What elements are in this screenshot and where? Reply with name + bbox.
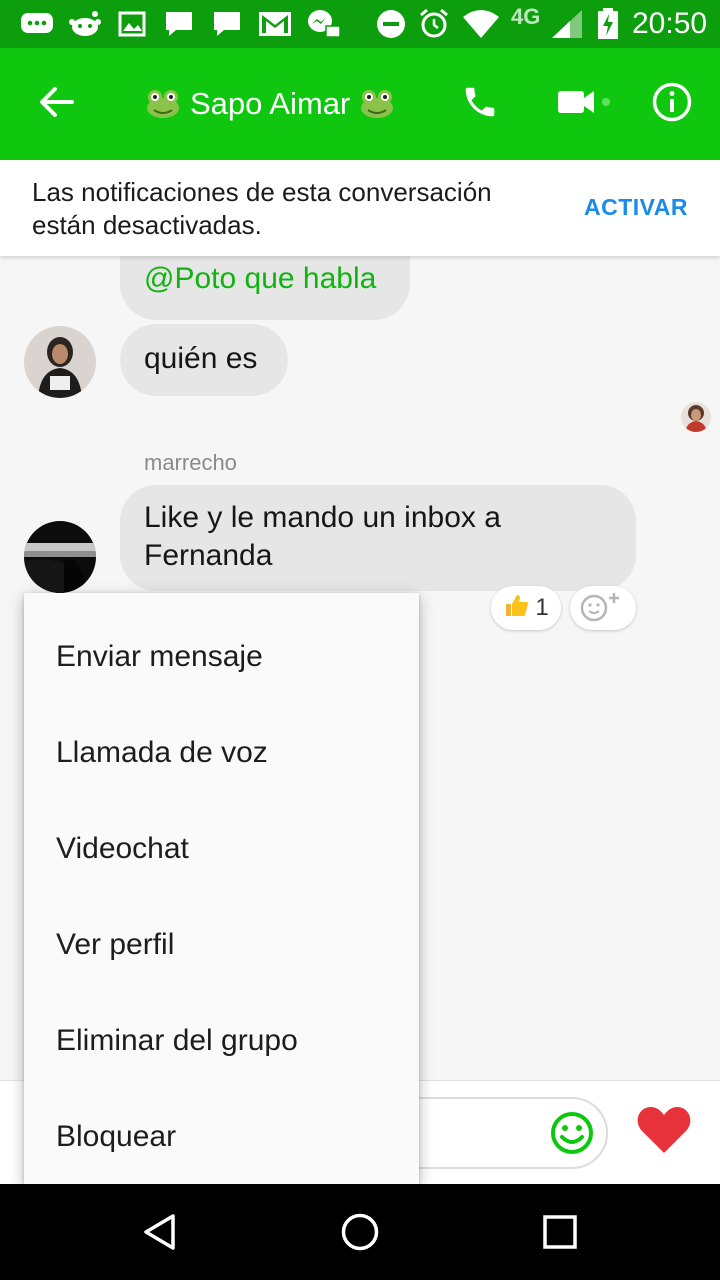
conversation-info-button[interactable] bbox=[644, 76, 700, 132]
reaction-badge[interactable]: 1 bbox=[491, 586, 561, 630]
reddit-icon bbox=[68, 8, 102, 40]
read-receipt-avatar bbox=[681, 402, 711, 432]
participant-context-menu: Enviar mensaje Llamada de voz Videochat … bbox=[24, 593, 419, 1184]
wifi-icon bbox=[462, 8, 500, 40]
message-bubble[interactable]: Like y le mando un inbox a Fernanda bbox=[120, 485, 636, 591]
sender-name: marrecho bbox=[144, 450, 237, 475]
heart-icon[interactable] bbox=[636, 1105, 692, 1160]
avatar[interactable] bbox=[24, 521, 96, 593]
message-icon bbox=[212, 8, 242, 40]
arrow-left-icon bbox=[38, 86, 74, 123]
thumbs-up-icon bbox=[503, 592, 529, 625]
system-nav-bar bbox=[0, 1184, 720, 1280]
avatar[interactable] bbox=[24, 326, 96, 398]
mention-text: @Poto que habla bbox=[144, 262, 377, 295]
reaction-count: 1 bbox=[535, 594, 549, 621]
phone-icon bbox=[461, 83, 499, 126]
message-bubble[interactable]: quién es bbox=[120, 324, 288, 396]
conversation-title[interactable]: Sapo Aimar bbox=[146, 80, 394, 128]
back-button[interactable] bbox=[28, 76, 84, 132]
message-bubble[interactable]: @Poto que habla bbox=[120, 256, 410, 320]
frog-emoji bbox=[360, 89, 394, 119]
clock: 20:50 bbox=[632, 7, 708, 40]
alarm-icon bbox=[418, 8, 450, 40]
voice-call-button[interactable] bbox=[452, 76, 508, 132]
page-title: Sapo Aimar bbox=[190, 86, 351, 121]
notifications-muted-banner: Las notificaciones de esta conversación … bbox=[0, 160, 720, 256]
gmail-icon bbox=[258, 8, 292, 40]
menu-item-voice-call[interactable]: Llamada de voz bbox=[24, 705, 419, 801]
video-camera-icon bbox=[554, 87, 614, 122]
menu-item-send-message[interactable]: Enviar mensaje bbox=[24, 609, 419, 705]
signal-icon bbox=[550, 8, 584, 40]
image-icon bbox=[118, 8, 146, 40]
smiley-icon[interactable] bbox=[548, 1109, 596, 1162]
info-icon bbox=[652, 82, 692, 127]
battery-charging-icon bbox=[596, 8, 620, 40]
triangle-back-icon[interactable] bbox=[136, 1208, 184, 1256]
conversation-header: Sapo Aimar bbox=[0, 48, 720, 160]
add-reaction-icon bbox=[580, 590, 626, 627]
add-reaction-button[interactable] bbox=[570, 586, 636, 630]
messenger-icon bbox=[306, 8, 342, 40]
menu-item-block[interactable]: Bloquear bbox=[24, 1089, 419, 1185]
status-bar: 4G 20:50 bbox=[0, 0, 720, 48]
network-type: 4G bbox=[511, 4, 541, 29]
menu-item-videochat[interactable]: Videochat bbox=[24, 801, 419, 897]
square-recents-icon[interactable] bbox=[536, 1208, 584, 1256]
do-not-disturb-icon bbox=[376, 8, 406, 40]
menu-item-remove-from-group[interactable]: Eliminar del grupo bbox=[24, 993, 419, 1089]
menu-item-view-profile[interactable]: Ver perfil bbox=[24, 897, 419, 993]
activate-notifications-button[interactable]: ACTIVAR bbox=[584, 194, 688, 221]
video-call-button[interactable] bbox=[552, 76, 616, 132]
circle-home-icon[interactable] bbox=[336, 1208, 384, 1256]
frog-emoji bbox=[146, 89, 180, 119]
notice-text: Las notificaciones de esta conversación … bbox=[32, 177, 492, 240]
message-icon bbox=[164, 8, 194, 40]
chat-bubbles-icon bbox=[20, 8, 54, 40]
